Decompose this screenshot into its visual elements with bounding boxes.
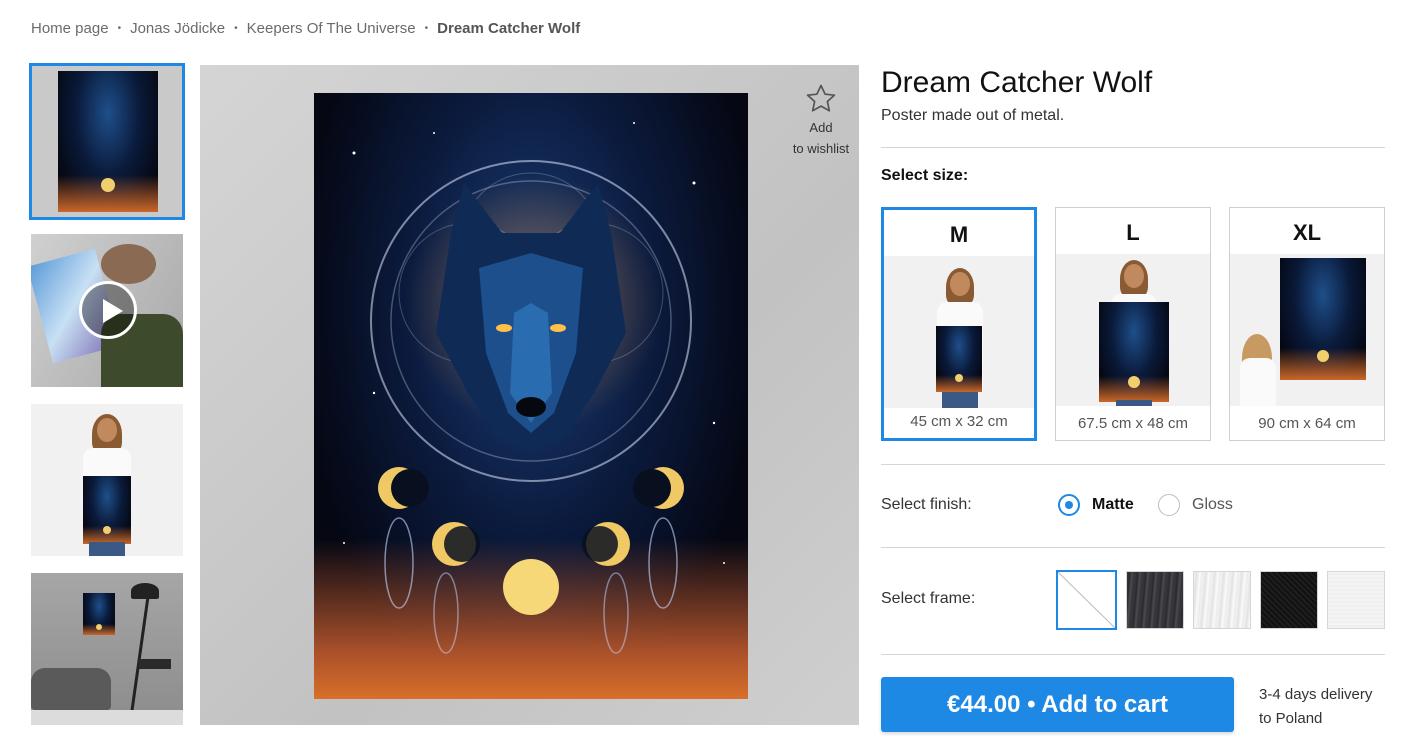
size-option-l[interactable]: L 67.5 cm x 48 cm: [1055, 207, 1211, 441]
frame-option-black-wood[interactable]: [1260, 571, 1318, 629]
size-name: XL: [1292, 220, 1322, 245]
add-to-wishlist-button[interactable]: Add to wishlist: [785, 82, 857, 156]
thumbnail-poster[interactable]: [29, 63, 185, 220]
size-preview-image: [1056, 254, 1210, 406]
breadcrumb-separator: •: [424, 23, 429, 34]
no-frame-icon: [1057, 571, 1116, 629]
product-subtitle: Poster made out of metal.: [881, 107, 1065, 124]
size-preview-image: [884, 256, 1034, 408]
size-dimensions: 90 cm x 64 cm: [1258, 415, 1356, 432]
breadcrumb-collection[interactable]: Keepers Of The Universe: [247, 20, 416, 37]
finish-label: Select finish:: [881, 496, 972, 513]
breadcrumb-current: Dream Catcher Wolf: [437, 20, 581, 37]
frame-option-dark-wood[interactable]: [1126, 571, 1184, 629]
poster-thumb-image: [83, 476, 131, 544]
main-product-image: [200, 65, 859, 725]
size-name: L: [1126, 220, 1140, 245]
divider: [881, 547, 1385, 548]
finish-gloss-label[interactable]: Gloss: [1192, 496, 1233, 514]
breadcrumb-home[interactable]: Home page: [31, 20, 109, 37]
finish-matte-label[interactable]: Matte: [1092, 496, 1134, 514]
size-dimensions: 45 cm x 32 cm: [910, 413, 1008, 430]
wishlist-label-line2: to wishlist: [792, 141, 850, 156]
size-label: Select size:: [881, 167, 969, 184]
size-name: M: [949, 222, 969, 247]
poster-thumb-image: [58, 71, 158, 212]
frame-option-none[interactable]: [1056, 570, 1117, 630]
size-preview-image: [1230, 254, 1384, 406]
delivery-destination: to Poland: [1259, 710, 1323, 727]
delivery-time: 3-4 days delivery: [1259, 686, 1373, 703]
thumbnail-model-size[interactable]: [31, 404, 183, 556]
size-option-xl[interactable]: XL 90 cm x 64 cm: [1229, 207, 1385, 441]
poster-thumb-image: [83, 593, 115, 635]
divider: [881, 464, 1385, 465]
wishlist-label-line1: Add: [809, 120, 833, 135]
delivery-info: 3-4 days delivery to Poland: [1259, 683, 1372, 731]
product-title: Dream Catcher Wolf: [881, 66, 1153, 99]
frame-label: Select frame:: [881, 590, 976, 607]
finish-gloss-radio[interactable]: [1158, 494, 1180, 516]
breadcrumb-separator: •: [117, 23, 122, 34]
breadcrumb-artist[interactable]: Jonas Jödicke: [130, 20, 225, 37]
finish-matte-radio[interactable]: [1058, 494, 1080, 516]
divider: [881, 147, 1385, 148]
frame-option-white-wood[interactable]: [1193, 571, 1251, 629]
frame-option-white[interactable]: [1327, 571, 1385, 629]
thumbnail-room[interactable]: [31, 573, 183, 725]
breadcrumb: Home page • Jonas Jödicke • Keepers Of T…: [31, 20, 580, 37]
size-dimensions: 67.5 cm x 48 cm: [1077, 415, 1189, 432]
add-to-cart-button[interactable]: €44.00 • Add to cart: [881, 677, 1234, 732]
thumbnail-video[interactable]: [31, 234, 183, 387]
poster-artwork: [314, 93, 748, 699]
size-option-m[interactable]: M 45 cm x 32 cm: [881, 207, 1037, 441]
breadcrumb-separator: •: [234, 23, 238, 34]
play-icon: [79, 281, 137, 339]
divider: [881, 654, 1385, 655]
star-outline-icon: [806, 84, 836, 112]
